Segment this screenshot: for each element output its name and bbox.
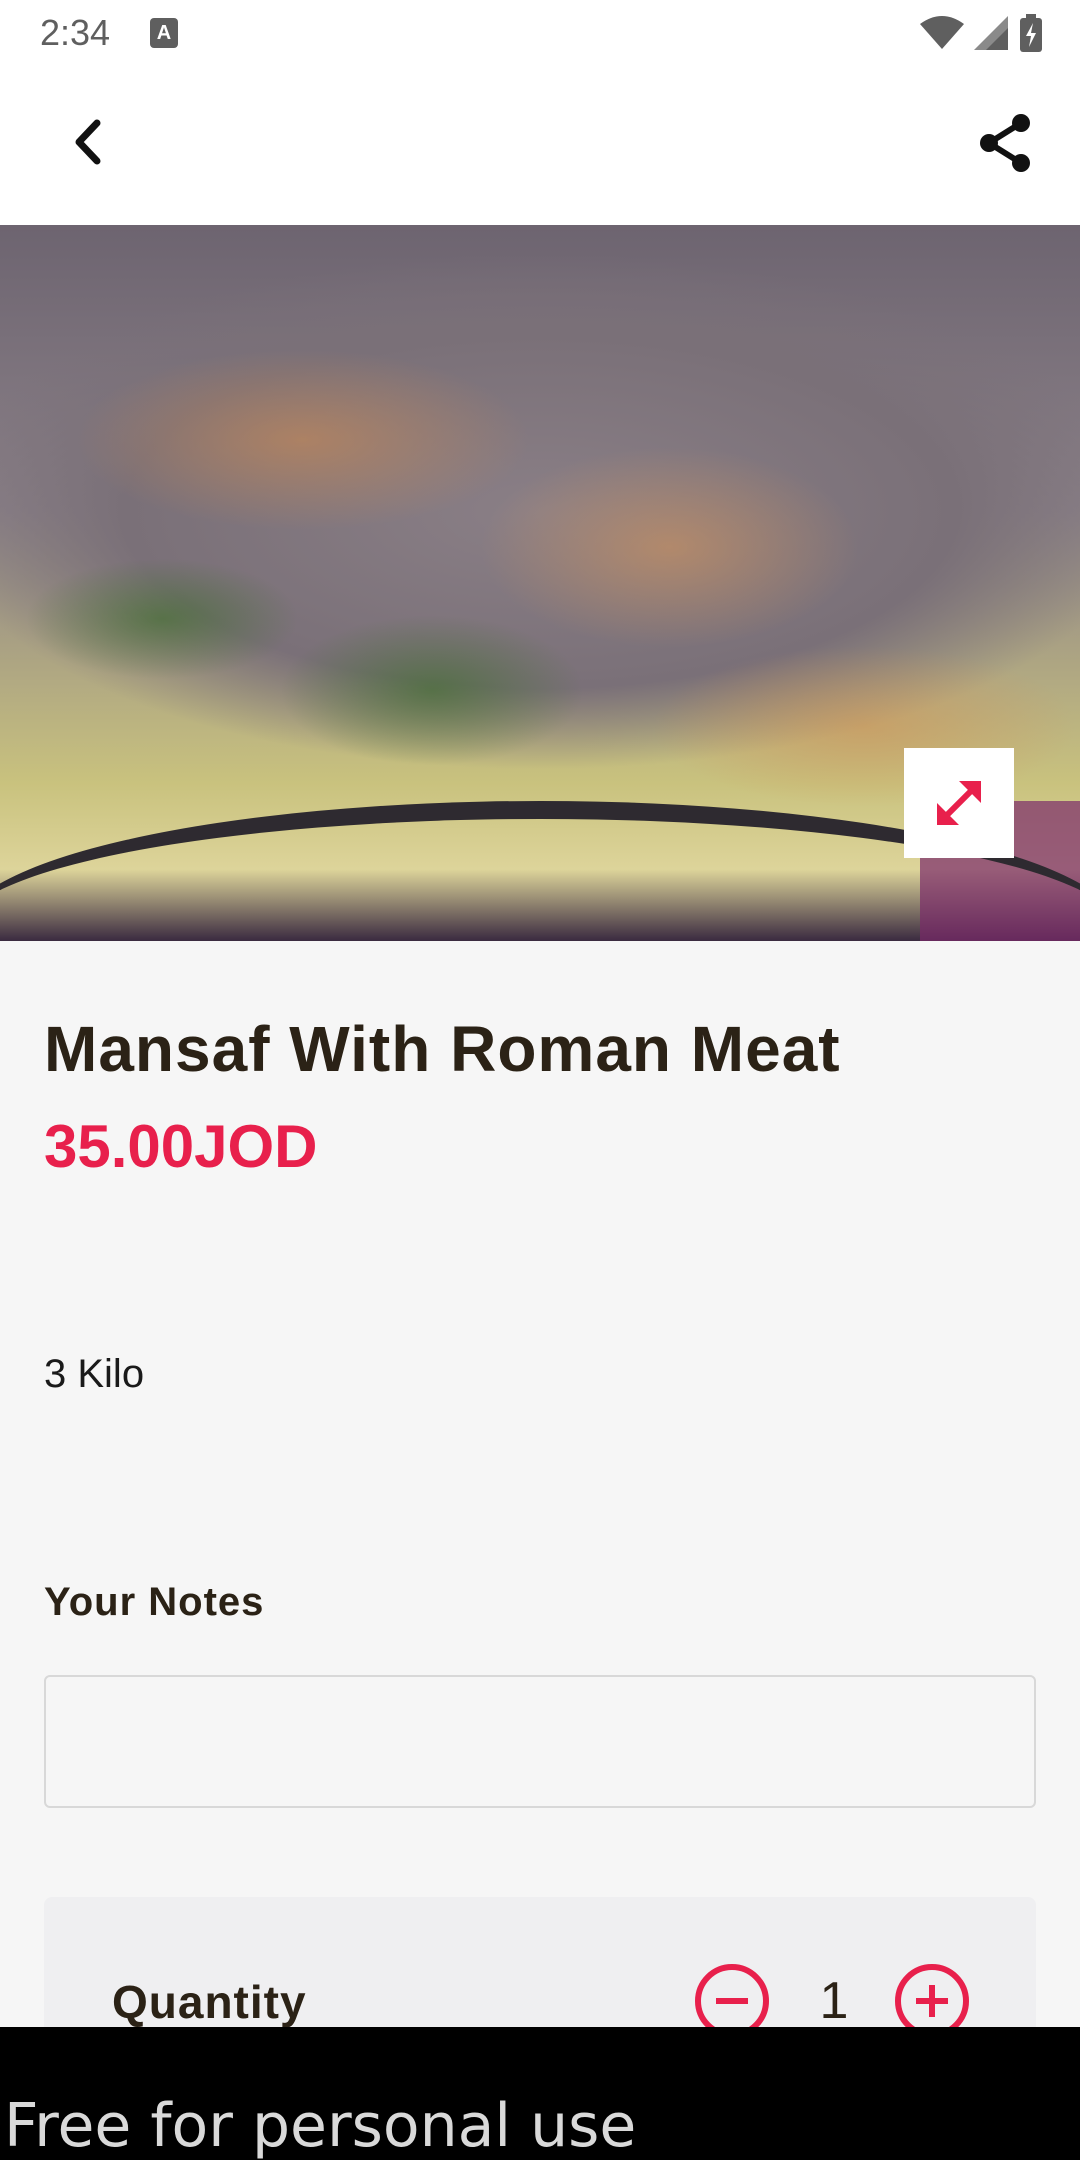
expand-image-button[interactable] bbox=[904, 748, 1014, 858]
watermark-text: Free for personal use bbox=[4, 2091, 637, 2160]
status-time: 2:34 bbox=[40, 12, 111, 53]
expand-arrows-icon bbox=[937, 781, 981, 825]
product-price: 35.00JOD bbox=[44, 1113, 318, 1180]
product-image bbox=[0, 225, 1080, 941]
quantity-label: Quantity bbox=[112, 1976, 307, 2028]
share-button[interactable] bbox=[970, 108, 1040, 178]
app-bar bbox=[0, 66, 1080, 225]
share-icon bbox=[980, 114, 1030, 172]
back-button[interactable] bbox=[58, 112, 118, 172]
product-description: 3 Kilo bbox=[44, 1352, 145, 1396]
status-icons bbox=[920, 14, 1042, 52]
notes-label: Your Notes bbox=[44, 1580, 265, 1624]
chevron-left-icon bbox=[75, 119, 101, 165]
status-bar: 2:34 A bbox=[0, 0, 1080, 66]
quantity-value: 1 bbox=[819, 1972, 849, 2030]
battery-icon bbox=[1020, 14, 1042, 52]
notes-input[interactable] bbox=[44, 1675, 1036, 1808]
product-title: Mansaf With Roman Meat bbox=[44, 1013, 841, 1085]
wifi-icon bbox=[920, 16, 964, 49]
cellular-icon bbox=[974, 16, 1008, 50]
notification-a-icon: A bbox=[150, 18, 178, 48]
watermark-bar: Free for personal use bbox=[0, 2027, 1080, 2160]
